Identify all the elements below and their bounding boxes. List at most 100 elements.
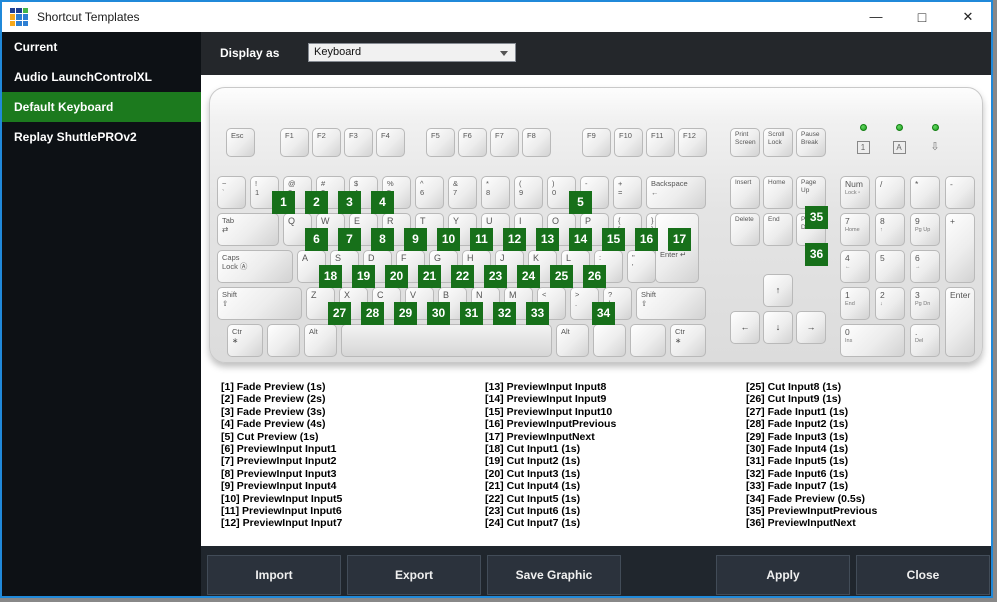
- key-f12[interactable]: F12: [678, 128, 707, 157]
- key-tab[interactable]: Tab ⇄: [217, 213, 279, 246]
- key--[interactable]: ~ `: [217, 176, 246, 209]
- key--[interactable]: ^ 6: [415, 176, 444, 209]
- sidebar-item-default-keyboard[interactable]: Default Keyboard: [2, 92, 201, 122]
- key-f10[interactable]: F10: [614, 128, 643, 157]
- key-f5[interactable]: F5: [426, 128, 455, 157]
- main-panel: Display as Keyboard Esc F1 F2 F3 F4 F5 F6 F7 F8 F…: [201, 32, 991, 596]
- key-sublabel: ↓: [880, 300, 883, 307]
- sidebar-item-audio-launchcontrolxl[interactable]: Audio LaunchControlXL: [2, 62, 201, 92]
- shortcut-list-item: [12] PreviewInput Input7: [221, 517, 343, 530]
- close-button[interactable]: ✕: [945, 2, 991, 32]
- key-a[interactable]: A 18: [297, 250, 342, 288]
- key-label: →: [806, 321, 816, 332]
- key-2[interactable]: 2 ↓: [875, 287, 905, 320]
- key--[interactable]: & 7: [448, 176, 477, 209]
- key-caps[interactable]: Caps Lock Ⓐ: [217, 250, 293, 283]
- key-label: +: [950, 216, 955, 226]
- key-backspace[interactable]: Backspace ←: [646, 176, 706, 209]
- key-f8[interactable]: F8: [522, 128, 551, 157]
- key--[interactable]: ! 1 1: [250, 176, 295, 214]
- key-5[interactable]: 5: [875, 250, 905, 283]
- maximize-button[interactable]: □: [899, 2, 945, 32]
- key-page[interactable]: Page Up 35: [796, 176, 828, 229]
- key-blank[interactable]: [267, 324, 300, 357]
- shortcut-number-badge: 30: [427, 302, 450, 325]
- key--[interactable]: *: [910, 176, 940, 209]
- key--[interactable]: /: [875, 176, 905, 209]
- key-sublabel: ←: [651, 188, 659, 198]
- key-0[interactable]: 0 Ins: [840, 324, 905, 357]
- key-6[interactable]: 6 →: [910, 250, 940, 283]
- key-label: E: [354, 216, 361, 226]
- key-f11[interactable]: F11: [646, 128, 675, 157]
- key-9[interactable]: 9 Pg Up: [910, 213, 940, 246]
- minimize-button[interactable]: —: [853, 2, 899, 32]
- key--[interactable]: >. 34: [570, 287, 615, 325]
- key-shift[interactable]: Shift ⇧: [636, 287, 706, 320]
- key-shift[interactable]: Shift ⇧: [217, 287, 302, 320]
- key-pause[interactable]: Pause Break: [796, 128, 826, 157]
- key--[interactable]: ↑: [763, 274, 793, 307]
- key--[interactable]: -: [945, 176, 975, 209]
- key-label: T: [420, 216, 426, 226]
- key-f4[interactable]: F4: [376, 128, 405, 157]
- key-1[interactable]: 1 End: [840, 287, 870, 320]
- key-num[interactable]: Num Lock ▫: [840, 176, 870, 209]
- sidebar-item-replay-shuttleprov2[interactable]: Replay ShuttlePROv2: [2, 122, 201, 152]
- key-f1[interactable]: F1: [280, 128, 309, 157]
- key-home[interactable]: Home: [763, 176, 793, 209]
- key-blank[interactable]: [593, 324, 626, 357]
- key--[interactable]: →: [796, 311, 826, 344]
- sidebar-item-current[interactable]: Current: [2, 32, 201, 62]
- key-print[interactable]: Print Screen: [730, 128, 760, 157]
- key-delete[interactable]: Delete: [730, 213, 760, 246]
- key-f6[interactable]: F6: [458, 128, 487, 157]
- key-7[interactable]: 7 Home: [840, 213, 870, 246]
- export-button[interactable]: Export: [347, 555, 481, 595]
- key-f9[interactable]: F9: [582, 128, 611, 157]
- key-space[interactable]: [341, 324, 552, 357]
- key-4[interactable]: 4 ←: [840, 250, 870, 283]
- app-icon-square: [16, 20, 22, 26]
- key--[interactable]: + =: [613, 176, 642, 209]
- save-graphic-button[interactable]: Save Graphic: [487, 555, 621, 595]
- key-alt[interactable]: Alt: [304, 324, 337, 357]
- key-f2[interactable]: F2: [312, 128, 341, 157]
- key--[interactable]: * 8: [481, 176, 510, 209]
- key-label: !: [255, 179, 258, 188]
- shortcut-list-item: [27] Fade Input1 (1s): [746, 405, 849, 418]
- key-f7[interactable]: F7: [490, 128, 519, 157]
- key-3[interactable]: 3 Pg Dn: [910, 287, 940, 320]
- key-8[interactable]: 8 ↑: [875, 213, 905, 246]
- import-button[interactable]: Import: [207, 555, 341, 595]
- key-q[interactable]: Q6: [283, 213, 328, 251]
- key-end[interactable]: End: [763, 213, 793, 246]
- shortcut-list-item: [22] Cut Input5 (1s): [485, 492, 581, 505]
- close-button[interactable]: Close: [856, 555, 990, 595]
- key-ctr[interactable]: Ctr ∗: [670, 324, 706, 357]
- key--[interactable]: . Del: [910, 324, 940, 357]
- shortcut-list-item: [24] Cut Input7 (1s): [485, 517, 581, 530]
- key-label: X: [344, 290, 351, 300]
- key-f3[interactable]: F3: [344, 128, 373, 157]
- key-ctr[interactable]: Ctr ∗: [227, 324, 263, 357]
- key-blank[interactable]: [630, 324, 666, 357]
- display-as-dropdown[interactable]: Keyboard: [308, 43, 516, 62]
- key--[interactable]: ) 0 5: [547, 176, 592, 214]
- key-z[interactable]: Z 27: [306, 287, 351, 325]
- key--[interactable]: " ': [627, 250, 656, 283]
- key-alt[interactable]: Alt: [556, 324, 589, 357]
- key-sublabel: Up: [801, 187, 810, 195]
- key-insert[interactable]: Insert: [730, 176, 760, 209]
- key-scroll[interactable]: Scroll Lock: [763, 128, 793, 157]
- shortcut-list-item: [20] Cut Input3 (1s): [485, 467, 581, 480]
- key--[interactable]: +: [945, 213, 975, 283]
- key--[interactable]: ←: [730, 311, 760, 344]
- key-label: Shift: [222, 290, 238, 299]
- key-esc[interactable]: Esc: [226, 128, 255, 157]
- key--[interactable]: ↓: [763, 311, 793, 344]
- apply-button[interactable]: Apply: [716, 555, 850, 595]
- key--[interactable]: (9: [514, 176, 543, 209]
- key-enter[interactable]: Enter: [945, 287, 975, 357]
- shortcut-list-item: [9] PreviewInput Input4: [221, 480, 337, 493]
